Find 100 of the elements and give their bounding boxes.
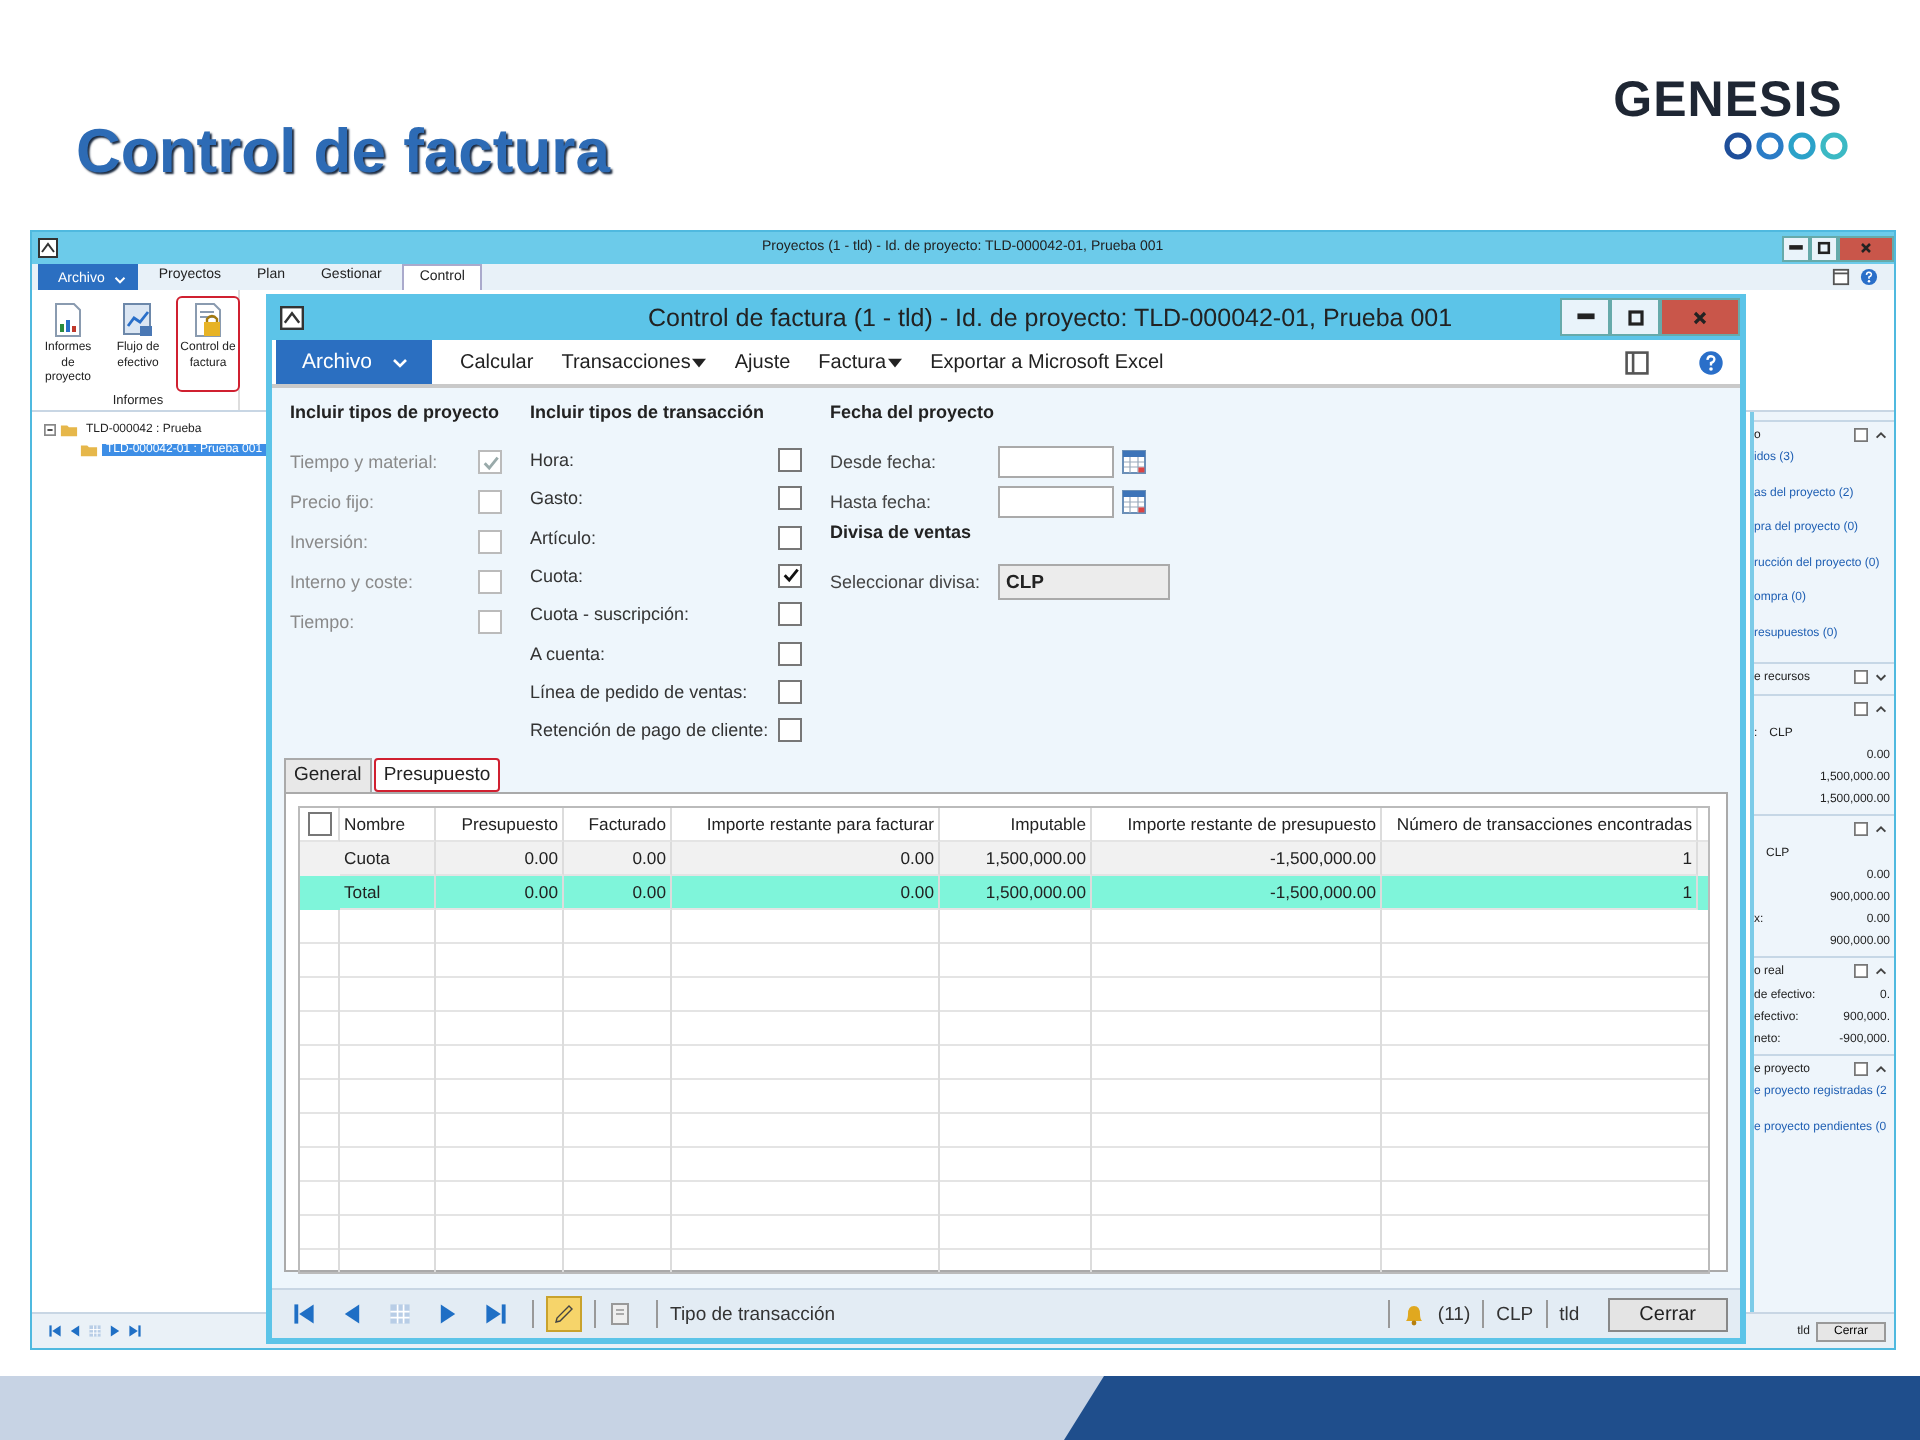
last-record-icon[interactable]: [128, 1324, 142, 1338]
collapse-caret-icon[interactable]: [1874, 822, 1888, 836]
next-record-icon[interactable]: [108, 1324, 122, 1338]
close-button[interactable]: [1660, 298, 1740, 336]
checkbox[interactable]: [778, 641, 802, 666]
close-icon: [1690, 307, 1710, 327]
table-row[interactable]: Total 0.00 0.00 0.00 1,500,000.00 -1,500,000.00 1: [300, 876, 1708, 910]
pane-icon[interactable]: [1854, 702, 1868, 716]
expand-caret-icon[interactable]: [1874, 670, 1888, 684]
table-cell: -1,500,000.00: [1092, 876, 1382, 910]
previous-record-icon[interactable]: [68, 1324, 82, 1338]
checkbox-label: Cuota - suscripción:: [530, 604, 692, 625]
edit-button[interactable]: [546, 1296, 582, 1332]
report-icon: [52, 302, 84, 338]
tab[interactable]: Presupuesto: [373, 758, 501, 792]
caret-icon: [114, 275, 127, 283]
table-cell: 0.00: [436, 876, 564, 910]
file-menu-button[interactable]: Archivo: [276, 340, 433, 384]
collapse-caret-icon[interactable]: [1874, 702, 1888, 716]
menu-item[interactable]: Transacciones: [561, 340, 707, 384]
status-text: Tipo de transacción: [670, 1303, 836, 1325]
checkbox[interactable]: [778, 447, 802, 472]
maximize-button[interactable]: [1810, 235, 1838, 261]
minimize-button[interactable]: [1782, 235, 1810, 261]
date-field[interactable]: [998, 446, 1114, 478]
locked-document-icon: [192, 302, 224, 338]
section-heading: Incluir tipos de proyecto: [290, 402, 502, 426]
last-record-icon[interactable]: [484, 1302, 508, 1326]
dropdown-caret-icon: [692, 357, 707, 367]
calendar-icon[interactable]: [1122, 490, 1146, 514]
pane-icon[interactable]: [1854, 822, 1868, 836]
minimize-icon: [1788, 244, 1804, 252]
close-button[interactable]: Cerrar: [1607, 1297, 1728, 1331]
caret-icon: [392, 357, 409, 367]
currency-label: CLP: [1496, 1303, 1534, 1325]
checkbox[interactable]: [778, 602, 802, 627]
pane-icon[interactable]: [1854, 964, 1868, 978]
app-icon: [38, 238, 58, 258]
dialog-title: Control de factura (1 - tld) - Id. de proyecto: TLD-000042-01, Prueba 001: [648, 304, 1453, 332]
company-label: tld: [1559, 1303, 1580, 1325]
collapse-caret-icon[interactable]: [1874, 1062, 1888, 1076]
next-record-icon[interactable]: [436, 1302, 460, 1326]
checkbox-label: Artículo:: [530, 527, 599, 548]
maximize-icon: [1816, 240, 1832, 256]
document-icon[interactable]: [608, 1302, 632, 1326]
close-button[interactable]: [1838, 235, 1894, 261]
table-cell: 1,500,000.00: [940, 876, 1092, 910]
field-label: Hasta fecha:: [830, 492, 934, 512]
checkbox-label: Inversión:: [290, 532, 371, 552]
checkbox-label: Gasto:: [530, 488, 586, 509]
help-icon[interactable]: [1698, 349, 1724, 375]
app-icon: [280, 305, 304, 329]
checkbox-label: Interno y coste:: [290, 572, 416, 592]
collapse-icon[interactable]: [44, 424, 56, 436]
pane-icon[interactable]: [1854, 670, 1868, 684]
maximize-icon: [1625, 307, 1645, 327]
table-cell: 1: [1382, 876, 1698, 910]
section-heading: Fecha del proyecto: [830, 402, 997, 426]
pane-icon[interactable]: [1854, 428, 1868, 442]
checkbox-label: Línea de pedido de ventas:: [530, 681, 750, 702]
checkbox[interactable]: [778, 718, 802, 743]
section-heading: Divisa de ventas: [830, 522, 974, 546]
date-field[interactable]: [998, 486, 1114, 518]
bell-icon[interactable]: [1401, 1302, 1426, 1326]
currency-field[interactable]: CLP: [998, 564, 1170, 600]
header-checkbox[interactable]: [307, 812, 331, 836]
checkbox-label: Precio fijo:: [290, 492, 377, 512]
menu-item[interactable]: Exportar a Microsoft Excel: [930, 340, 1164, 384]
rings-icon: [1722, 130, 1850, 162]
pane-icon[interactable]: [1854, 1062, 1868, 1076]
tab[interactable]: General: [284, 758, 372, 792]
checkbox-label: Tiempo:: [290, 612, 357, 632]
collapse-caret-icon[interactable]: [1874, 964, 1888, 978]
table-row[interactable]: Cuota 0.00 0.00 0.00 1,500,000.00 -1,500,000.00 1: [300, 842, 1708, 876]
section-heading: Incluir tipos de transacción: [530, 402, 767, 426]
pencil-icon: [552, 1302, 576, 1326]
maximize-button[interactable]: [1610, 298, 1660, 336]
pane-icon[interactable]: [1832, 268, 1850, 286]
previous-record-icon[interactable]: [340, 1302, 364, 1326]
menu-item[interactable]: Calcular: [460, 340, 534, 384]
logo-text: GENESIS: [1613, 72, 1843, 130]
pane-icon[interactable]: [1624, 349, 1650, 375]
checkbox-label: Retención de pago de cliente:: [530, 720, 771, 741]
menu-item[interactable]: Ajuste: [734, 340, 791, 384]
check-icon: [781, 566, 799, 585]
checkbox[interactable]: [778, 679, 802, 704]
minimize-button[interactable]: [1560, 298, 1610, 336]
close-icon: [1858, 240, 1874, 256]
menu-item[interactable]: Factura: [818, 340, 903, 384]
collapse-caret-icon[interactable]: [1874, 428, 1888, 442]
help-icon[interactable]: [1860, 268, 1878, 286]
notification-count[interactable]: (11): [1437, 1303, 1471, 1325]
first-record-icon[interactable]: [292, 1302, 316, 1326]
minimize-icon: [1575, 312, 1595, 322]
field-label: Desde fecha:: [830, 452, 939, 472]
calendar-icon[interactable]: [1122, 450, 1146, 474]
checkbox[interactable]: [778, 486, 802, 511]
checkbox[interactable]: [778, 525, 802, 550]
first-record-icon[interactable]: [48, 1324, 62, 1338]
checkbox[interactable]: [778, 563, 802, 588]
